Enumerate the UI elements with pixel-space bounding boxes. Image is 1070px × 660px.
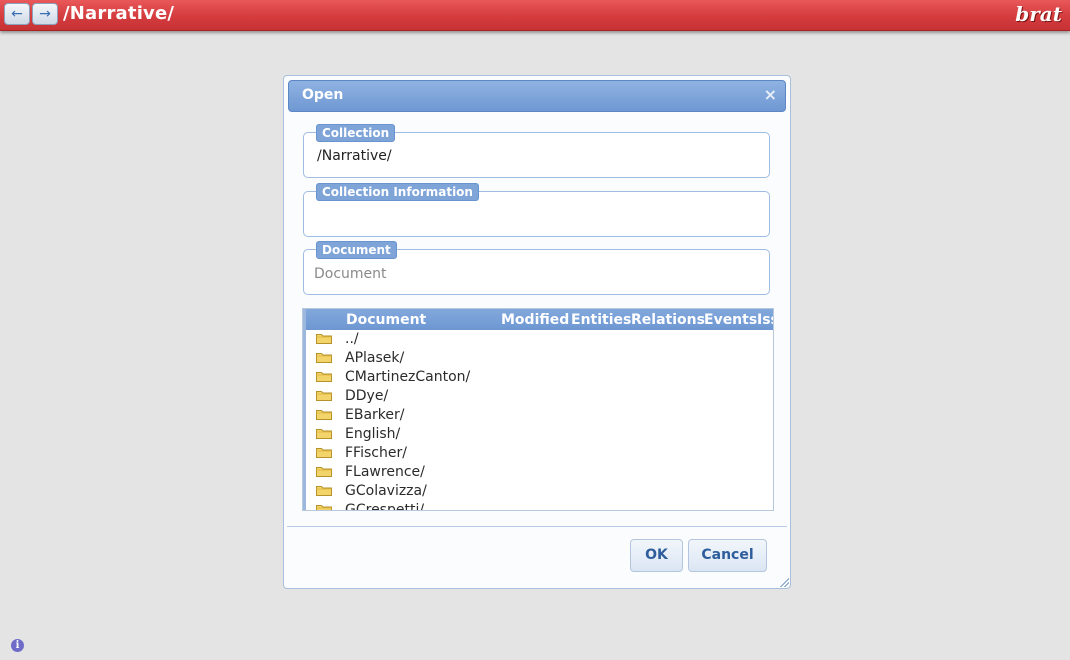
column-header-modified[interactable]: Modified <box>501 312 569 328</box>
row-name: GCrespetti/ <box>345 502 425 511</box>
table-row[interactable]: FLawrence/ <box>306 463 773 482</box>
table-row[interactable]: GCrespetti/ <box>306 501 773 511</box>
folder-icon <box>316 448 332 458</box>
dialog-separator <box>287 526 787 527</box>
dialog-title: Open <box>302 87 344 103</box>
document-legend: Document <box>316 241 397 259</box>
forward-arrow-icon[interactable]: → <box>32 3 58 25</box>
ok-button[interactable]: OK <box>630 539 683 572</box>
table-row[interactable]: EBarker/ <box>306 406 773 425</box>
column-header-document[interactable]: Document <box>346 312 426 328</box>
row-name: FLawrence/ <box>345 464 425 480</box>
resize-grip-icon[interactable] <box>779 577 789 587</box>
row-name: CMartinezCanton/ <box>345 369 471 385</box>
row-name: ../ <box>345 331 359 347</box>
info-icon[interactable]: i <box>11 639 24 652</box>
folder-icon <box>316 505 332 510</box>
table-row[interactable]: DDye/ <box>306 387 773 406</box>
collection-path[interactable]: /Narrative/ <box>63 3 174 24</box>
row-name: DDye/ <box>345 388 389 404</box>
open-dialog: Open × Collection /Narrative/ Collection… <box>283 75 791 589</box>
top-header-bar: ← → /Narrative/ brat <box>0 0 1070 31</box>
row-name: English/ <box>345 426 401 442</box>
column-header-relations[interactable]: Relations <box>631 312 705 328</box>
folder-icon <box>316 467 332 477</box>
folder-icon <box>316 429 332 439</box>
column-header-entities[interactable]: Entities <box>571 312 631 328</box>
table-row[interactable]: GColavizza/ <box>306 482 773 501</box>
row-name: GColavizza/ <box>345 483 427 499</box>
collection-information-legend: Collection Information <box>316 183 479 201</box>
document-input[interactable] <box>312 263 756 285</box>
table-header: Document Modified Entities Relations Eve… <box>306 309 773 330</box>
brat-logo: brat <box>1015 2 1062 26</box>
document-fieldset: Document <box>303 241 770 295</box>
column-header-issues[interactable]: Iss <box>757 312 773 328</box>
collection-value: /Narrative/ <box>317 148 392 164</box>
folder-icon <box>316 410 332 420</box>
table-row[interactable]: APlasek/ <box>306 349 773 368</box>
table-row[interactable]: ../ <box>306 330 773 349</box>
file-browser-table[interactable]: Document Modified Entities Relations Eve… <box>302 308 774 511</box>
row-name: APlasek/ <box>345 350 405 366</box>
folder-icon <box>316 353 332 363</box>
close-icon[interactable]: × <box>764 86 777 104</box>
collection-fieldset: Collection /Narrative/ <box>303 124 770 178</box>
folder-icon <box>316 486 332 496</box>
row-name: EBarker/ <box>345 407 405 423</box>
back-arrow-icon[interactable]: ← <box>4 3 30 25</box>
collection-legend: Collection <box>316 124 396 142</box>
folder-icon <box>316 391 332 401</box>
row-name: FFischer/ <box>345 445 407 461</box>
table-row[interactable]: English/ <box>306 425 773 444</box>
dialog-titlebar[interactable]: Open × <box>288 80 786 112</box>
column-header-events[interactable]: Events <box>704 312 757 328</box>
table-row[interactable]: CMartinezCanton/ <box>306 368 773 387</box>
table-row[interactable]: FFischer/ <box>306 444 773 463</box>
folder-icon <box>316 372 332 382</box>
collection-information-fieldset: Collection Information <box>303 183 770 237</box>
cancel-button[interactable]: Cancel <box>688 539 767 572</box>
folder-icon <box>316 334 332 344</box>
